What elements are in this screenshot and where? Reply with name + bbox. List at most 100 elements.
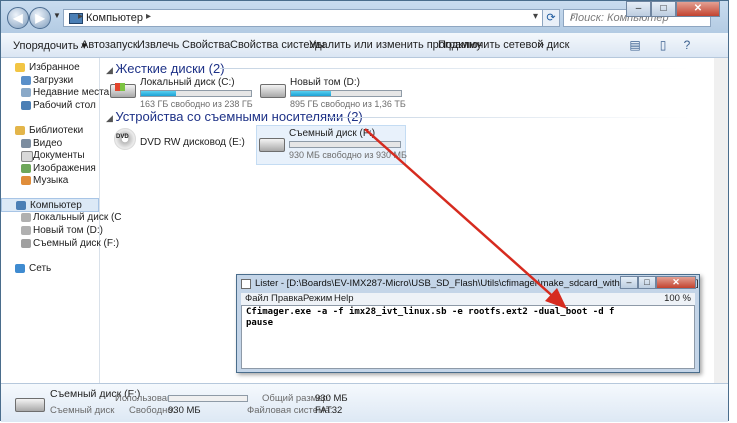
group-divider [220, 68, 690, 69]
nav-label: Новый том (D:) [33, 225, 103, 236]
details-drive-type: Съемный диск [50, 405, 115, 416]
hard-drive-icon [260, 84, 286, 98]
nav-label: Документы [33, 150, 85, 161]
view-options-icon[interactable]: ▤ [627, 37, 643, 53]
drive-name: Съемный диск (F:) [289, 128, 376, 139]
group-label: Устройства со съемными носителями (2) [115, 109, 363, 124]
drive-tile-f[interactable]: Съемный диск (F:) 930 МБ свободно из 930… [256, 125, 407, 165]
vertical-scrollbar[interactable] [714, 58, 728, 383]
desktop-icon [21, 101, 31, 110]
lister-minimize-button[interactable]: – [620, 276, 638, 289]
history-dropdown-icon[interactable]: ▼ [53, 11, 61, 20]
refresh-button[interactable]: ⟳ [542, 9, 560, 27]
hard-drive-icon [21, 226, 31, 235]
drive-name: Новый том (D:) [290, 77, 360, 88]
computer-icon [16, 201, 26, 210]
breadcrumb-computer[interactable]: Компьютер [86, 12, 143, 24]
pictures-icon [21, 164, 31, 173]
details-free-value: 930 МБ [168, 405, 201, 416]
hard-drive-icon [21, 213, 31, 222]
drive-free-text: 163 ГБ свободно из 238 ГБ [140, 99, 253, 109]
nav-label: Сеть [29, 263, 52, 274]
drive-tile-d[interactable]: Новый том (D:) 895 ГБ свободно из 1,36 Т… [258, 75, 406, 111]
recent-places-icon [21, 88, 31, 97]
lister-maximize-button[interactable]: □ [638, 276, 656, 289]
lister-text-area[interactable]: Cfimager.exe -a -f imx28_ivt_linux.sb -e… [241, 305, 695, 369]
text-line: Cfimager.exe -a -f imx28_ivt_linux.sb -e… [246, 307, 615, 317]
help-icon[interactable]: ? [679, 37, 695, 53]
navigation-pane: Избранное Загрузки Недавние места Рабочи… [1, 58, 122, 383]
preview-pane-icon[interactable]: ▯ [655, 37, 671, 53]
forward-button[interactable]: ▶ [29, 7, 51, 29]
minimize-button[interactable]: – [626, 1, 651, 17]
star-icon [15, 63, 25, 72]
drive-free-text: 930 МБ свободно из 930 МБ [289, 150, 407, 160]
drive-usage-fill [291, 91, 331, 96]
details-fs-value: FAT32 [315, 405, 343, 416]
close-button[interactable]: ✕ [676, 1, 720, 17]
music-icon [21, 176, 31, 185]
more-commands-button[interactable]: » [538, 39, 544, 51]
dvd-drive-icon: DVD [114, 128, 136, 150]
nav-label: Музыка [33, 175, 69, 186]
map-network-drive-button[interactable]: Подключить сетевой диск [438, 39, 569, 51]
drive-usage-fill [141, 91, 177, 96]
drive-usage-bar [140, 90, 252, 97]
refresh-icon: ⟳ [546, 12, 556, 24]
menu-view-mode[interactable]: Режим [303, 293, 332, 305]
chevron-down-icon[interactable]: ▾ [533, 11, 538, 22]
downloads-icon [21, 76, 31, 85]
address-bar[interactable]: ▸ Компьютер ▸ ▾ [63, 9, 543, 27]
lister-menu-bar: Файл Правка Режим Help 100 % [241, 293, 695, 305]
removable-drive-icon [259, 138, 285, 152]
group-header-removable[interactable]: ◢ Устройства со съемными носителями (2) [106, 109, 363, 124]
menu-edit[interactable]: Правка [271, 293, 303, 305]
lister-app-icon [241, 279, 251, 289]
details-usage-bar [168, 395, 248, 402]
group-header-hard-drives[interactable]: ◢ Жесткие диски (2) [106, 61, 225, 76]
nav-label: Рабочий стол [33, 100, 96, 111]
libraries-icon [15, 126, 25, 135]
nav-label: Избранное [29, 62, 80, 73]
drive-tile-e[interactable]: DVD DVD RW дисковод (E:) [108, 128, 254, 164]
nav-label: Недавние места [33, 87, 110, 98]
forward-arrow-icon: ▶ [35, 11, 45, 25]
windows-logo-icon [115, 83, 125, 91]
address-bar-area: ◀ ▶ ▼ ▸ Компьютер ▸ ▾ ⟳ Поиск: Компьютер… [1, 1, 728, 33]
text-line: pause [246, 318, 274, 328]
drive-name: DVD RW дисковод (E:) [140, 137, 245, 148]
group-divider [328, 117, 690, 118]
hard-drive-icon [110, 83, 136, 98]
drive-usage-bar [290, 90, 402, 97]
command-bar: Упорядочить ▾ Автозапуск Извлечь Свойств… [1, 33, 728, 58]
removable-drive-icon [15, 398, 45, 412]
back-button[interactable]: ◀ [7, 7, 29, 29]
eject-button[interactable]: Извлечь [137, 39, 179, 51]
drive-usage-bar [289, 141, 401, 148]
chevron-collapse-icon: ◢ [106, 113, 116, 123]
chevron-right-icon[interactable]: ▸ [78, 11, 83, 22]
chevron-collapse-icon: ◢ [106, 65, 116, 75]
zoom-level: 100 % [664, 293, 691, 304]
details-pane: Съемный диск (F:) Съемный диск Использов… [1, 383, 728, 422]
menu-file[interactable]: Файл [245, 293, 268, 305]
maximize-button[interactable]: □ [651, 1, 676, 17]
autoplay-button[interactable]: Автозапуск [81, 39, 138, 51]
drive-tile-c[interactable]: Локальный диск (C:) 163 ГБ свободно из 2… [108, 75, 254, 111]
details-total-value: 930 МБ [315, 393, 348, 404]
group-label: Жесткие диски (2) [115, 61, 225, 76]
organize-button[interactable]: Упорядочить ▾ [13, 39, 87, 52]
chevron-right-icon[interactable]: ▸ [146, 11, 151, 22]
lister-close-button[interactable]: ✕ [656, 276, 696, 289]
removable-drive-icon [21, 239, 31, 248]
video-icon [21, 139, 31, 148]
documents-icon [21, 151, 33, 162]
back-arrow-icon: ◀ [13, 11, 23, 25]
drive-free-text: 895 ГБ свободно из 1,36 ТБ [290, 99, 406, 109]
properties-button[interactable]: Свойства [182, 39, 230, 51]
network-icon [15, 264, 25, 273]
nav-computer[interactable]: Компьютер [1, 198, 99, 212]
menu-help[interactable]: Help [334, 293, 354, 305]
nav-label: Библиотеки [29, 125, 84, 136]
lister-window: Lister - [D:\Boards\EV-IMX287-Micro\USB_… [236, 274, 700, 373]
